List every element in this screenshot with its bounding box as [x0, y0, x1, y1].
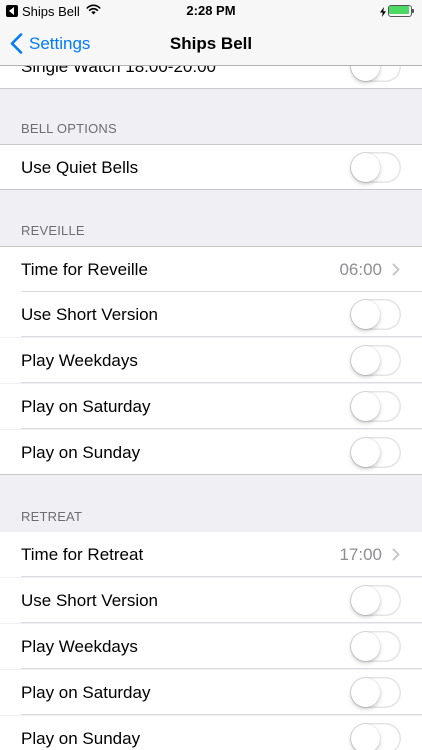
use-quiet-bells-toggle[interactable]: [350, 152, 401, 183]
list-item-use-quiet-bells[interactable]: Use Quiet Bells: [0, 145, 422, 190]
section-header-reveille: REVEILLE: [21, 223, 85, 238]
chevron-right-icon: [392, 548, 400, 561]
page-title: Ships Bell: [169, 34, 253, 53]
section-header-retreat: RETREAT: [21, 509, 83, 524]
row-label: Play on Sunday: [21, 729, 141, 748]
battery-level: [389, 6, 409, 14]
row-label: Play Weekdays: [21, 351, 138, 370]
row-label: Use Short Version: [21, 305, 159, 324]
row-label: Play Weekdays: [21, 637, 138, 656]
status-time: 2:28 PM: [186, 3, 236, 18]
reveille-time-value: 06:00: [339, 260, 382, 279]
row-label: Time for Reveille: [21, 260, 148, 279]
navigation-bar: Settings Ships Bell: [0, 22, 422, 66]
row-label: Use Quiet Bells: [21, 158, 139, 177]
list-item-reveille-play-sunday[interactable]: Play on Sunday: [0, 430, 422, 475]
reveille-play-weekdays-toggle[interactable]: [350, 345, 401, 376]
list-item-time-for-reveille[interactable]: Time for Reveille 06:00: [0, 247, 422, 292]
reveille-short-version-toggle[interactable]: [350, 299, 401, 330]
reveille-play-sunday-toggle[interactable]: [350, 437, 401, 468]
battery-icon: [388, 5, 414, 17]
retreat-play-weekdays-toggle[interactable]: [350, 631, 401, 662]
status-bar: Ships Bell 2:28 PM: [0, 0, 422, 22]
list-item-reveille-play-saturday[interactable]: Play on Saturday: [0, 384, 422, 429]
row-label: Play on Sunday: [21, 443, 141, 462]
row-label: Time for Retreat: [21, 545, 144, 564]
reveille-play-saturday-toggle[interactable]: [350, 391, 401, 422]
list-item-retreat-play-sunday[interactable]: Play on Sunday: [0, 716, 422, 750]
charging-bolt-icon: [380, 4, 386, 22]
retreat-play-sunday-toggle[interactable]: [350, 723, 401, 750]
row-label: Play on Saturday: [21, 683, 151, 702]
list-item-reveille-short-version[interactable]: Use Short Version: [0, 292, 422, 337]
row-label: Play on Saturday: [21, 397, 151, 416]
row-label: Use Short Version: [21, 591, 159, 610]
list-item-retreat-short-version[interactable]: Use Short Version: [0, 578, 422, 623]
list-item-retreat-play-weekdays[interactable]: Play Weekdays: [0, 624, 422, 669]
retreat-play-saturday-toggle[interactable]: [350, 677, 401, 708]
section-header-bell-options: BELL OPTIONS: [21, 121, 117, 136]
chevron-right-icon: [392, 263, 400, 276]
list-item-time-for-retreat[interactable]: Time for Retreat 17:00: [0, 532, 422, 577]
retreat-short-version-toggle[interactable]: [350, 585, 401, 616]
retreat-time-value: 17:00: [339, 545, 382, 564]
list-item-reveille-play-weekdays[interactable]: Play Weekdays: [0, 338, 422, 383]
list-item-retreat-play-saturday[interactable]: Play on Saturday: [0, 670, 422, 715]
